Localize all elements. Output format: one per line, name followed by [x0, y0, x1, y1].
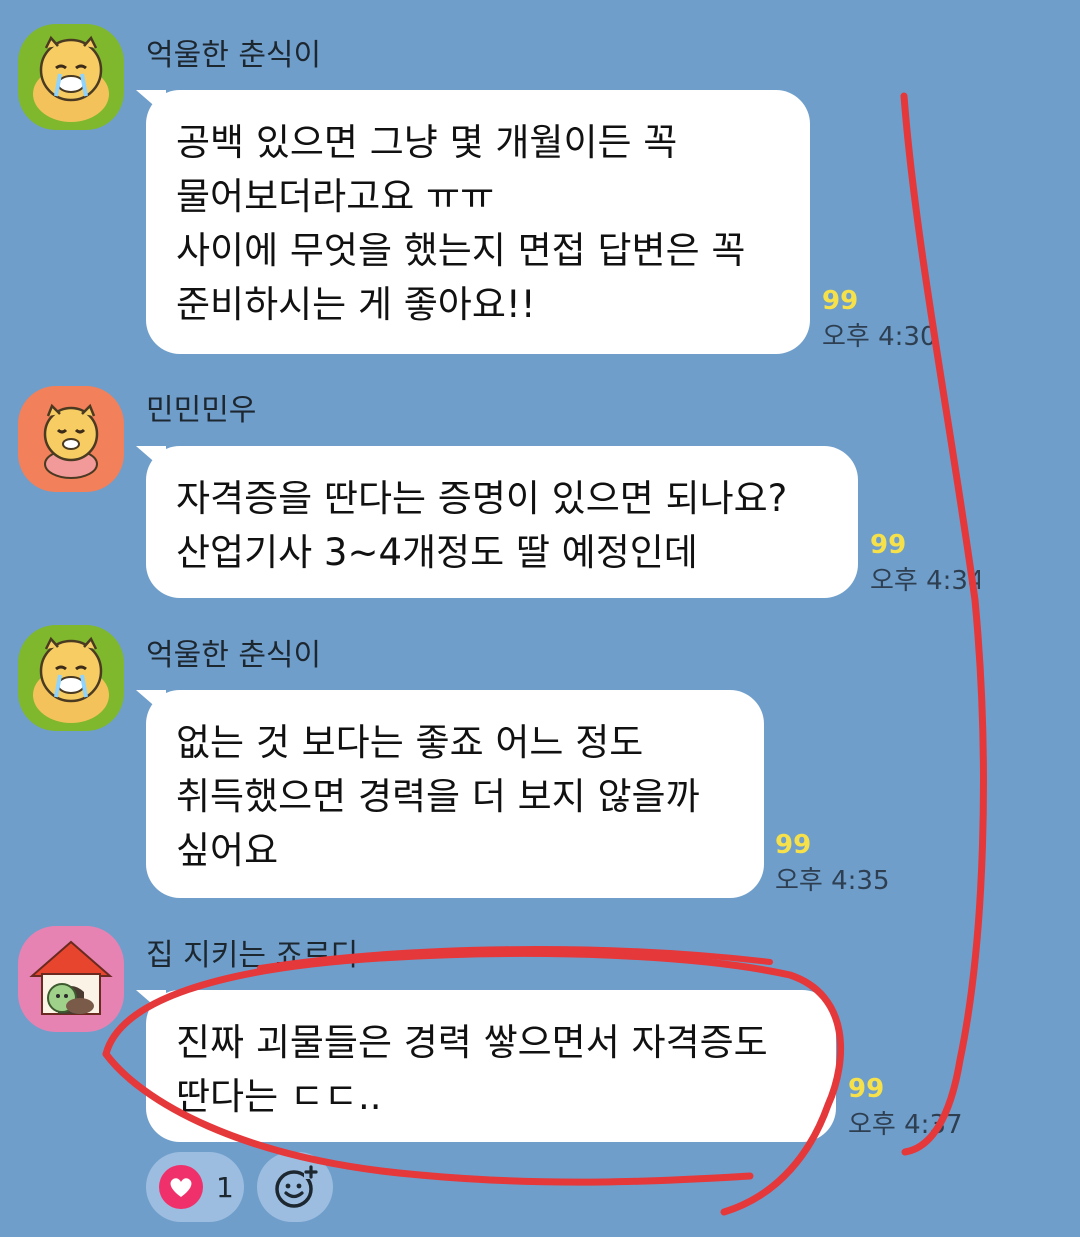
- message-text-line: 준비하시는 게 좋아요!!: [176, 283, 536, 326]
- heart-reaction-count: 1: [216, 1170, 234, 1204]
- avatar-minminminwoo[interactable]: [18, 386, 124, 492]
- message-text-line: 딴다는 ㄷㄷ..: [176, 1075, 382, 1118]
- add-reaction-button[interactable]: [257, 1152, 333, 1222]
- message-text-line: 공백 있으면 그냥 몇 개월이든 꼭: [176, 121, 678, 164]
- avatar-jordy[interactable]: [18, 926, 124, 1032]
- chunsik-crying-icon: [33, 35, 109, 122]
- message-text-line: 싶어요: [176, 829, 279, 872]
- unread-count: 99: [870, 530, 907, 560]
- avatar-chunsik-1[interactable]: [18, 24, 124, 130]
- message-text-line: 취득했으면 경력을 더 보지 않을까: [176, 775, 700, 818]
- sender-name: 억울한 춘식이: [146, 38, 322, 73]
- add-emoji-icon: [275, 1165, 318, 1208]
- message-timestamp: 오후 4:30: [822, 322, 937, 352]
- jordy-doghouse-icon: [29, 940, 113, 1015]
- heart-reaction-button[interactable]: 1: [146, 1152, 244, 1222]
- message-timestamp: 오후 4:35: [775, 866, 890, 896]
- message-text-line: 물어보더라고요 ㅠㅠ: [176, 175, 495, 218]
- unread-count: 99: [848, 1074, 885, 1104]
- sender-name: 집 지키는 죠르디: [146, 938, 359, 973]
- message-bubble[interactable]: 공백 있으면 그냥 몇 개월이든 꼭 물어보더라고요 ㅠㅠ 사이에 무엇을 했는…: [146, 90, 810, 354]
- message-text-line: 사이에 무엇을 했는지 면접 답변은 꼭: [176, 229, 746, 272]
- message-timestamp: 오후 4:34: [870, 566, 980, 596]
- heart-icon: [159, 1165, 203, 1209]
- message-bubble[interactable]: 진짜 괴물들은 경력 쌓으면서 자격증도 딴다는 ㄷㄷ..: [146, 990, 836, 1142]
- avatar-chunsik-2[interactable]: [18, 625, 124, 731]
- chunsik-worried-icon: [43, 403, 99, 479]
- message-text-line: 산업기사 3~4개정도 딸 예정인데: [176, 531, 698, 574]
- sender-name: 민민민우: [146, 393, 257, 428]
- unread-count: 99: [775, 830, 812, 860]
- message-text-line: 없는 것 보다는 좋죠 어느 정도: [176, 721, 644, 764]
- message-timestamp: 오후 4:37: [848, 1110, 963, 1140]
- message-bubble[interactable]: 없는 것 보다는 좋죠 어느 정도 취득했으면 경력을 더 보지 않을까 싶어요: [146, 690, 764, 898]
- unread-count: 99: [822, 286, 859, 316]
- chunsik-crying-icon: [33, 636, 109, 723]
- message-text-line: 자격증을 딴다는 증명이 있으면 되나요?: [176, 477, 788, 520]
- message-text-line: 진짜 괴물들은 경력 쌓으면서 자격증도: [176, 1021, 768, 1064]
- sender-name: 억울한 춘식이: [146, 638, 322, 673]
- message-bubble[interactable]: 자격증을 딴다는 증명이 있으면 되나요? 산업기사 3~4개정도 딸 예정인데: [146, 446, 858, 598]
